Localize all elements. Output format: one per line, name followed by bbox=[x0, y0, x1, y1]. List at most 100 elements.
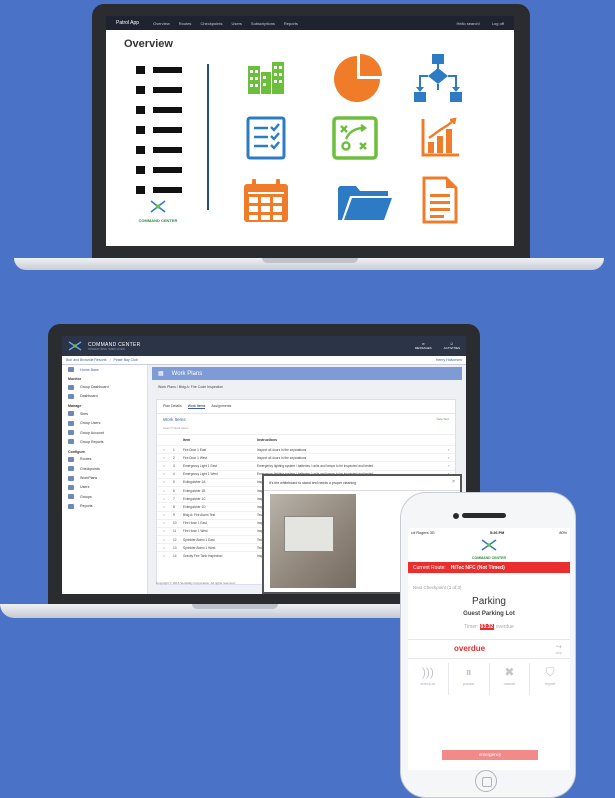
table-header: Item Instructions bbox=[157, 435, 455, 445]
row-item-name: Gravity Fire Tank Inspection bbox=[183, 554, 223, 559]
sidebar-item-dashboard[interactable]: Dashboard bbox=[62, 392, 147, 401]
tab-work-items[interactable]: Work Items bbox=[187, 404, 206, 409]
col-item[interactable]: Item bbox=[183, 438, 257, 442]
overview-nav-bar: Patrol App Overview Routes Checkpoints U… bbox=[106, 16, 514, 30]
table-row[interactable]: ○ 3 Emergency Light 1 East Emergency lighti… bbox=[157, 461, 455, 469]
status-bar: ••ll Rogers 3G 5:26 PM 80% bbox=[408, 528, 570, 538]
row-number: 13 bbox=[173, 545, 177, 550]
row-checkbox[interactable]: ○ bbox=[163, 546, 173, 550]
sidebar-item-groups[interactable]: Groups bbox=[62, 492, 147, 501]
sidebar-item-group-dashboard[interactable]: Group Dashboard bbox=[62, 382, 147, 391]
sidebar-item-sites[interactable]: Sites bbox=[62, 409, 147, 418]
row-checkbox[interactable]: ○ bbox=[163, 464, 173, 468]
breadcrumb-group[interactable]: Burl and Brownlie Resorts bbox=[66, 358, 106, 362]
checklist-icon[interactable] bbox=[246, 116, 286, 160]
row-item-name: Fire Door 1 East bbox=[183, 447, 207, 452]
buildings-icon[interactable] bbox=[246, 60, 286, 94]
nav-item-subscriptions[interactable]: Subscriptions bbox=[251, 21, 275, 26]
home-icon bbox=[68, 367, 74, 373]
row-chevron-icon[interactable]: › bbox=[441, 464, 449, 468]
whiteboard bbox=[284, 516, 334, 552]
routes-icon bbox=[68, 456, 74, 462]
nav-logoff[interactable]: Log off bbox=[492, 21, 504, 26]
sidebar-item-checkpoints[interactable]: Checkpoints bbox=[62, 464, 147, 473]
sidebar-item-group-account[interactable]: Group Account bbox=[62, 428, 147, 437]
row-checkbox[interactable]: ○ bbox=[163, 554, 173, 558]
bar-chart-icon[interactable] bbox=[420, 116, 462, 158]
whiteboard-photo[interactable] bbox=[270, 494, 356, 588]
nav-item-reports[interactable]: Reports bbox=[284, 21, 298, 26]
row-number: 10 bbox=[173, 521, 177, 526]
row-number: 12 bbox=[173, 537, 177, 542]
dashboard-icon bbox=[68, 384, 74, 390]
activities-button[interactable]: ☑ ACTIVITIES bbox=[444, 342, 460, 350]
col-instructions[interactable]: Instructions bbox=[257, 438, 449, 442]
row-checkbox[interactable]: ○ bbox=[163, 521, 173, 525]
search-input[interactable]: Search Work Items bbox=[157, 425, 455, 435]
sidebar-item-routes[interactable]: Routes bbox=[62, 455, 147, 464]
row-checkbox[interactable]: ○ bbox=[163, 529, 173, 533]
nav-item-checkpoints[interactable]: Checkpoints bbox=[200, 21, 222, 26]
tab-assignments[interactable]: Assignments bbox=[211, 404, 231, 409]
row-number: 4 bbox=[173, 472, 175, 477]
close-icon[interactable]: × bbox=[452, 479, 455, 485]
page-banner: ▦ Work Plans bbox=[152, 367, 462, 380]
tab-plan-details[interactable]: Plan Details bbox=[163, 404, 182, 409]
footer-copyright: Copyright © 2016 Sendality Corporation. … bbox=[156, 581, 235, 585]
row-item-name: Fire Door 1 West bbox=[183, 455, 208, 460]
table-row[interactable]: ○ 2 Fire Door 1 West Inspect all doors in t… bbox=[157, 453, 455, 461]
flowchart-icon[interactable] bbox=[412, 52, 464, 104]
row-checkbox[interactable]: ○ bbox=[163, 456, 173, 460]
skip-button[interactable]: ↪ skip bbox=[556, 643, 562, 655]
row-checkbox[interactable]: ○ bbox=[163, 505, 173, 509]
grid-icon: ▦ bbox=[158, 371, 164, 377]
row-checkbox[interactable]: ○ bbox=[163, 497, 173, 501]
folder-icon[interactable] bbox=[336, 182, 394, 222]
table-row[interactable]: ○ 1 Fire Door 1 East Inspect all doors in t… bbox=[157, 445, 455, 453]
route-label: Current Route: bbox=[413, 564, 446, 571]
sidebar-item-reports[interactable]: Reports bbox=[62, 502, 147, 511]
calendar-icon[interactable] bbox=[242, 178, 290, 224]
checkin-button[interactable]: ))) check-in bbox=[408, 663, 449, 695]
report-button[interactable]: ⛉ report bbox=[530, 663, 570, 695]
new-sort-button[interactable]: New Sort bbox=[437, 417, 449, 422]
pause-button[interactable]: ⏸ pause bbox=[449, 663, 490, 695]
emergency-button[interactable]: emergency bbox=[442, 750, 538, 760]
user-menu[interactable]: Henry Halvorsen bbox=[436, 358, 462, 362]
cancel-button[interactable]: ✖ cancel bbox=[490, 663, 531, 695]
row-item-name: Extinguisher 1D bbox=[183, 504, 206, 509]
row-checkbox[interactable]: ○ bbox=[163, 489, 173, 493]
document-icon[interactable] bbox=[422, 176, 458, 224]
row-chevron-icon[interactable]: › bbox=[441, 448, 449, 452]
row-checkbox[interactable]: ○ bbox=[163, 472, 173, 476]
row-checkbox[interactable]: ○ bbox=[163, 513, 173, 517]
row-checkbox[interactable]: ○ bbox=[163, 538, 173, 542]
timer-value: 03:32 bbox=[479, 624, 495, 630]
pie-chart-icon[interactable] bbox=[330, 54, 386, 102]
groups-icon bbox=[68, 494, 74, 500]
clock: 5:26 PM bbox=[489, 531, 505, 535]
nav-greeting[interactable]: Hello search! bbox=[456, 21, 479, 26]
sidebar-item-users[interactable]: Users bbox=[62, 483, 147, 492]
phone-home-button[interactable] bbox=[475, 770, 497, 792]
row-checkbox[interactable]: ○ bbox=[163, 448, 173, 452]
row-chevron-icon[interactable]: › bbox=[441, 456, 449, 460]
row-checkbox[interactable]: ○ bbox=[163, 480, 173, 484]
nav-brand[interactable]: Patrol App bbox=[116, 20, 139, 26]
breadcrumb-site[interactable]: Pirate Bay Club bbox=[113, 358, 137, 362]
page-title: Overview bbox=[124, 38, 173, 50]
row-item-name: Fire Hose 1 West bbox=[183, 529, 208, 534]
nav-item-overview[interactable]: Overview bbox=[153, 21, 170, 26]
nav-item-routes[interactable]: Routes bbox=[179, 21, 192, 26]
cancel-x-icon: ✖ bbox=[504, 665, 515, 679]
app-brand[interactable]: COMMAND CENTER OPERATIONS SIMPLIFIED bbox=[88, 342, 141, 351]
sidebar-item-group-users[interactable]: Group Users bbox=[62, 419, 147, 428]
strategy-board-icon[interactable] bbox=[332, 116, 378, 160]
page-subtitle: Work Plans / Bldg A: Fire Code Inspectio… bbox=[158, 385, 224, 389]
sidebar-item-workplans[interactable]: WorkPlans bbox=[62, 473, 147, 482]
messages-button[interactable]: ✉ MESSAGES bbox=[415, 342, 432, 350]
sidebar-home[interactable]: Home Base bbox=[62, 365, 147, 374]
shield-alert-icon: ⛉ bbox=[545, 665, 555, 679]
sidebar-item-group-reports[interactable]: Group Reports bbox=[62, 437, 147, 446]
nav-item-users[interactable]: Users bbox=[231, 21, 241, 26]
